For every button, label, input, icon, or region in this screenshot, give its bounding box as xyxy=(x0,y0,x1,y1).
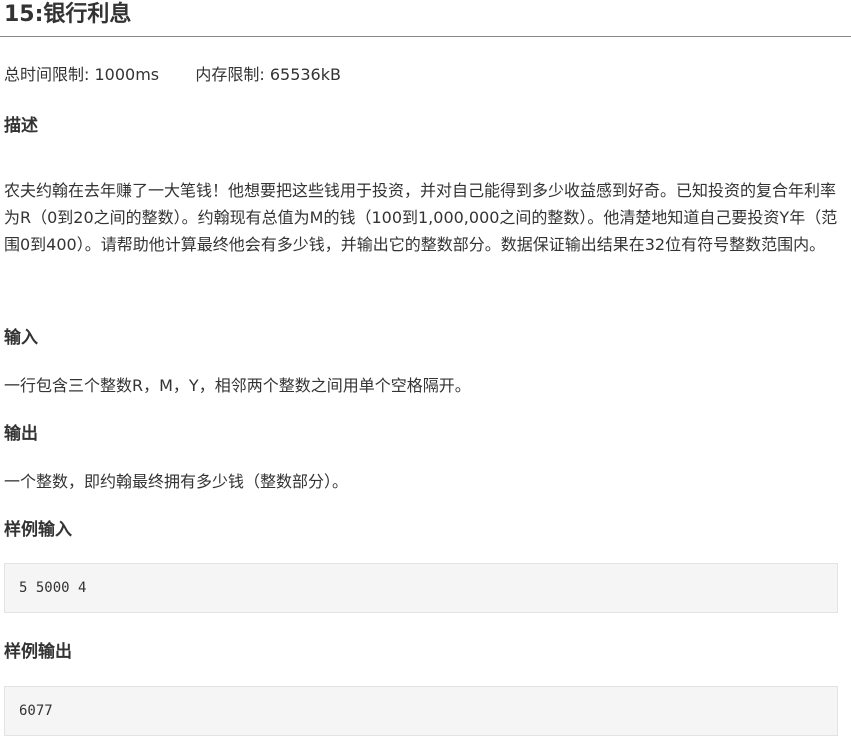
time-limit-label: 总时间限制: xyxy=(4,65,90,84)
input-text: 一行包含三个整数R，M，Y，相邻两个整数之间用单个空格隔开。 xyxy=(4,376,471,395)
sample-input-heading: 样例输入 xyxy=(4,520,72,540)
sample-output-box: 6077 xyxy=(4,686,838,736)
title-divider xyxy=(0,36,851,37)
time-limit-value: 1000ms xyxy=(94,65,160,84)
output-text: 一个整数，即约翰最终拥有多少钱（整数部分）。 xyxy=(4,472,349,491)
limits-line: 总时间限制: 1000ms 内存限制: 65536kB xyxy=(4,64,341,86)
memory-limit-value: 65536kB xyxy=(269,65,341,84)
output-heading: 输出 xyxy=(4,424,38,444)
page-title: 15:银行利息 xyxy=(4,2,132,27)
memory-limit-label: 内存限制: xyxy=(195,65,265,84)
sample-output-content: 6077 xyxy=(19,703,53,719)
description-text: 农夫约翰在去年赚了一大笔钱！他想要把这些钱用于投资，并对自己能得到多少收益感到好… xyxy=(4,181,838,254)
sample-input-content: 5 5000 4 xyxy=(19,580,87,596)
sample-output-heading: 样例输出 xyxy=(4,642,72,662)
input-heading: 输入 xyxy=(4,328,38,348)
sample-input-box: 5 5000 4 xyxy=(4,563,838,613)
description-heading: 描述 xyxy=(4,116,38,136)
